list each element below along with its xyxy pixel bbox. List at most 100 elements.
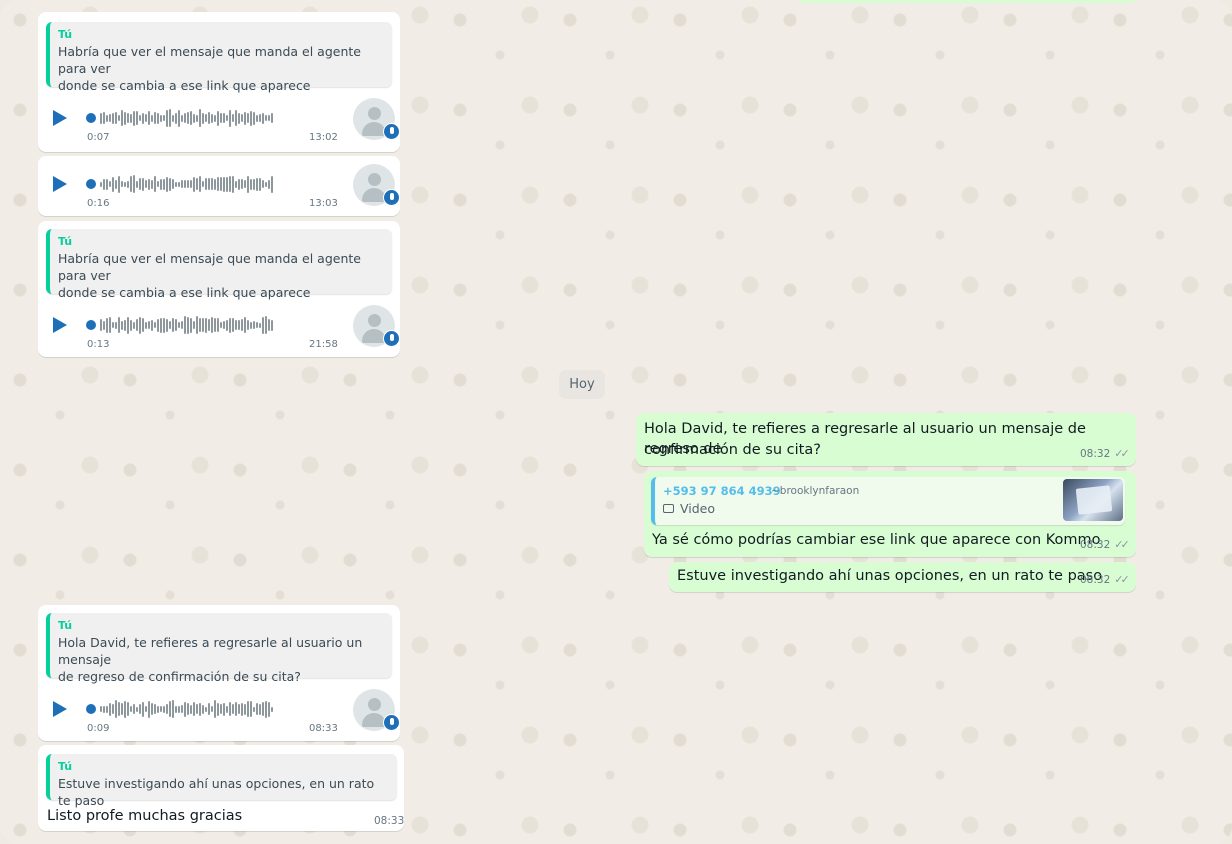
waveform-bar [148, 700, 150, 718]
waveform-bar [193, 113, 195, 123]
waveform-bar [151, 114, 153, 122]
waveform-bar [187, 112, 189, 124]
microphone-icon [383, 330, 400, 347]
quoted-message[interactable]: Tú Habría que ver el mensaje que manda e… [46, 229, 392, 300]
waveform-bar [139, 704, 141, 714]
audio-waveform[interactable] [86, 698, 332, 720]
play-icon[interactable] [53, 701, 67, 717]
outgoing-message[interactable]: Hola David, te refieres a regresarle al … [636, 413, 1136, 466]
waveform-bar [166, 109, 168, 127]
waveform-bar [136, 180, 138, 188]
waveform-bar [106, 178, 108, 190]
quoted-video-message[interactable]: +593 97 864 4939 ~brooklynfaraon Video [651, 477, 1125, 525]
waveform-bar [145, 321, 147, 329]
quoted-message[interactable]: Tú Habría que ver el mensaje que manda e… [46, 22, 392, 93]
waveform-bar [205, 178, 207, 190]
playhead-dot[interactable] [86, 113, 96, 123]
double-check-icon: ✓✓ [1114, 447, 1130, 460]
waveform-bar [262, 112, 264, 124]
waveform-bar [112, 322, 114, 328]
playhead-dot[interactable] [86, 704, 96, 714]
video-thumbnail[interactable] [1063, 479, 1123, 521]
waveform-bar [250, 178, 252, 190]
waveform-bar [202, 318, 204, 332]
waveform-bar [259, 114, 261, 122]
play-icon[interactable] [53, 317, 67, 333]
waveform-bar [199, 109, 201, 127]
waveform-bar [163, 115, 165, 121]
waveform-bar [148, 111, 150, 125]
outgoing-message[interactable]: Estuve investigando ahí unas opciones, e… [669, 562, 1136, 592]
waveform-bar [130, 176, 132, 192]
waveform-bar [244, 703, 246, 715]
waveform-bar [127, 180, 129, 188]
waveform-bar [136, 319, 138, 331]
quoted-message[interactable]: Tú Estuve investigando ahí unas opciones… [46, 754, 397, 808]
outgoing-message-reply[interactable]: +593 97 864 4939 ~brooklynfaraon Video Y… [644, 471, 1136, 557]
waveform-bar [151, 319, 153, 331]
message-meta: 08:32 ✓✓ [1080, 573, 1130, 586]
waveform-bar [256, 114, 258, 122]
playhead-dot[interactable] [86, 320, 96, 330]
waveform-bar [184, 701, 186, 717]
waveform-bar [106, 705, 108, 713]
waveform-bar [199, 318, 201, 332]
incoming-message-audio-reply[interactable]: Tú Habría que ver el mensaje que manda e… [38, 221, 400, 357]
play-icon[interactable] [53, 110, 67, 126]
waveform-bar [145, 706, 147, 712]
waveform-bar [208, 703, 210, 715]
waveform-bar [190, 180, 192, 188]
waveform-bar [223, 113, 225, 123]
waveform-bar [190, 111, 192, 125]
waveform-bar [253, 706, 255, 712]
waveform-bar [202, 704, 204, 714]
waveform-bar [118, 317, 120, 333]
incoming-message-audio-reply[interactable]: Tú Habría que ver el mensaje que manda e… [38, 12, 400, 152]
waveform-bar [217, 702, 219, 716]
message-time: 08:32 [1080, 574, 1111, 586]
waveform-bar [265, 181, 267, 187]
waveform-bar [247, 113, 249, 123]
waveform-bar [127, 702, 129, 716]
waveform-bar [184, 316, 186, 334]
waveform-bar [244, 111, 246, 125]
waveform-bar [121, 110, 123, 126]
audio-waveform[interactable] [86, 314, 332, 336]
message-meta: 08:32 ✓✓ [1080, 538, 1130, 551]
audio-duration: 0:09 [87, 723, 110, 734]
incoming-message-audio[interactable]: 0:16 13:03 [38, 156, 400, 216]
waveform-bar [178, 109, 180, 127]
incoming-message-audio-reply[interactable]: Tú Hola David, te refieres a regresarle … [38, 605, 400, 741]
waveform-bar [124, 111, 126, 125]
waveform-bar [160, 317, 162, 333]
waveform-bar [109, 317, 111, 333]
waveform-bar [223, 321, 225, 329]
waveform-bar [190, 317, 192, 333]
waveform-bar [211, 113, 213, 123]
waveform-bar [142, 112, 144, 124]
quote-author: Tú [58, 28, 73, 41]
waveform-bar [226, 319, 228, 331]
quote-username: ~brooklynfaraon [771, 485, 860, 497]
quote-text-line: donde se cambia a ese link que aparece [58, 285, 311, 300]
waveform-bar [178, 322, 180, 328]
audio-waveform[interactable] [86, 173, 332, 195]
waveform-bar [199, 176, 201, 192]
quote-author: Tú [58, 619, 73, 632]
waveform-bar [262, 316, 264, 334]
audio-waveform[interactable] [86, 107, 332, 129]
waveform-bar [220, 177, 222, 191]
play-icon[interactable] [53, 176, 67, 192]
quoted-message[interactable]: Tú Hola David, te refieres a regresarle … [46, 613, 392, 684]
audio-duration: 0:13 [87, 339, 110, 350]
waveform-bar [151, 703, 153, 715]
message-time: 21:58 [309, 339, 338, 350]
waveform-bar [139, 115, 141, 121]
waveform-bar [181, 180, 183, 188]
incoming-message-reply[interactable]: Tú Estuve investigando ahí unas opciones… [38, 745, 404, 831]
message-time: 08:33 [309, 723, 338, 734]
waveform-bar [172, 700, 174, 718]
waveform-bar [202, 112, 204, 124]
playhead-dot[interactable] [86, 179, 96, 189]
message-time: 13:03 [309, 198, 338, 209]
